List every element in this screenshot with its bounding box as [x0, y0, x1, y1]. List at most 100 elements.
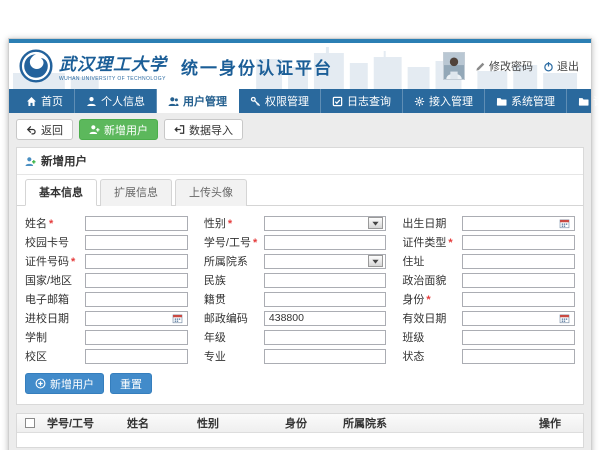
results-table-header: 学号/工号姓名性别身份所属院系操作	[17, 414, 583, 433]
email-input[interactable]	[85, 292, 188, 307]
nav-tab-user-management[interactable]: 用户管理	[157, 89, 239, 113]
university-name: 武汉理工大学	[59, 50, 167, 75]
id-type-input[interactable]	[462, 235, 575, 250]
field-name: 姓名*	[25, 215, 188, 231]
nav-tab-access-management[interactable]: 接入管理	[403, 89, 485, 113]
postal-code-input[interactable]: 438800	[264, 311, 386, 326]
nav-tab-subscription-management[interactable]: 订阅管理	[567, 89, 600, 113]
gender-input[interactable]	[264, 216, 386, 231]
department-input[interactable]	[264, 254, 386, 269]
logout-link[interactable]: 退出	[543, 58, 579, 74]
field-label: 国家/地区	[25, 272, 85, 288]
plus-circle-icon	[35, 378, 46, 389]
nav-tab-label: 接入管理	[429, 93, 473, 109]
required-asterisk: *	[49, 218, 53, 230]
field-label: 性别*	[204, 215, 264, 231]
panel-header: 新增用户	[17, 148, 583, 175]
field-address: 住址	[402, 253, 575, 269]
field-label: 证件号码*	[25, 253, 85, 269]
select-all-checkbox[interactable]	[25, 418, 35, 428]
caret-down-icon	[370, 218, 381, 229]
field-campus-card-no: 校园卡号	[25, 234, 188, 250]
nav-tab-label: 用户管理	[183, 93, 227, 109]
major-input[interactable]	[264, 349, 386, 364]
field-label: 状态	[402, 348, 462, 364]
student-id-input[interactable]	[264, 235, 386, 250]
tab-basic-info[interactable]: 基本信息	[25, 179, 97, 206]
address-input[interactable]	[462, 254, 575, 269]
university-name-en: WUHAN UNIVERSITY OF TECHNOLOGY	[59, 76, 167, 82]
status-input[interactable]	[462, 349, 575, 364]
back-arrow-icon	[26, 124, 37, 135]
field-label: 民族	[204, 272, 264, 288]
nav-tab-label: 权限管理	[265, 93, 309, 109]
tab-extension-info[interactable]: 扩展信息	[100, 179, 172, 206]
grade-input[interactable]	[264, 330, 386, 345]
nav-tab-system-management[interactable]: 系统管理	[485, 89, 567, 113]
panel-tabs: 基本信息扩展信息上传头像	[17, 175, 583, 206]
user-avatar[interactable]	[443, 52, 465, 80]
back-button[interactable]: 返回	[16, 119, 73, 140]
political-status-input[interactable]	[462, 273, 575, 288]
add-user-icon	[25, 156, 36, 167]
country-region-input[interactable]	[85, 273, 188, 288]
field-label: 身份*	[402, 291, 462, 307]
nav-tab-label: 日志查询	[347, 93, 391, 109]
field-student-id: 学号/工号*	[204, 234, 386, 250]
ethnicity-input[interactable]	[264, 273, 386, 288]
class-input[interactable]	[462, 330, 575, 345]
field-id-number: 证件号码*	[25, 253, 188, 269]
column-header: 所属院系	[339, 415, 535, 431]
field-valid-date: 有效日期	[402, 310, 575, 326]
dropdown-button[interactable]	[368, 255, 383, 267]
field-schooling-length: 学制	[25, 329, 188, 345]
field-grade: 年级	[204, 329, 386, 345]
field-label: 邮政编码	[204, 310, 264, 326]
university-name-block: 武汉理工大学 WUHAN UNIVERSITY OF TECHNOLOGY	[59, 50, 167, 82]
column-header: 操作	[535, 415, 583, 431]
valid-date-input[interactable]	[462, 311, 575, 326]
field-label: 政治面貌	[402, 272, 462, 288]
nav-tab-label: 订阅管理	[593, 93, 600, 109]
import-icon	[174, 124, 185, 135]
panel-title: 新增用户	[41, 153, 87, 169]
tab-avatar-upload[interactable]: 上传头像	[175, 179, 247, 206]
column-header: 身份	[281, 415, 339, 431]
gear-icon	[414, 96, 425, 107]
calendar-button[interactable]	[170, 312, 185, 324]
identity-input[interactable]	[462, 292, 575, 307]
main-nav: 首页个人信息用户管理权限管理日志查询接入管理系统管理订阅管理	[9, 89, 591, 113]
calendar-button[interactable]	[557, 312, 572, 324]
birth-date-input[interactable]	[462, 216, 575, 231]
results-table-body	[17, 433, 583, 447]
nav-tab-log-query[interactable]: 日志查询	[321, 89, 403, 113]
entry-date-input[interactable]	[85, 311, 188, 326]
campus-input[interactable]	[85, 349, 188, 364]
data-import-button[interactable]: 数据导入	[164, 119, 243, 140]
toolbar: 返回 新增用户 数据导入	[16, 119, 584, 140]
field-class: 班级	[402, 329, 575, 345]
native-place-input[interactable]	[264, 292, 386, 307]
nav-tab-home[interactable]: 首页	[15, 89, 75, 113]
calendar-button[interactable]	[557, 217, 572, 229]
dropdown-button[interactable]	[368, 217, 383, 229]
add-user-button-top[interactable]: 新增用户	[79, 119, 158, 140]
campus-card-no-input[interactable]	[85, 235, 188, 250]
page: 武汉理工大学 WUHAN UNIVERSITY OF TECHNOLOGY 统一…	[0, 0, 600, 450]
field-postal-code: 邮政编码438800	[204, 310, 386, 326]
column-header: 性别	[193, 415, 281, 431]
name-input[interactable]	[85, 216, 188, 231]
nav-tab-profile[interactable]: 个人信息	[75, 89, 157, 113]
platform-title: 统一身份认证平台	[181, 54, 333, 79]
field-label: 姓名*	[25, 215, 85, 231]
nav-tab-permission-management[interactable]: 权限管理	[239, 89, 321, 113]
schooling-length-input[interactable]	[85, 330, 188, 345]
data-import-label: 数据导入	[189, 122, 233, 138]
field-label: 籍贯	[204, 291, 264, 307]
change-password-link[interactable]: 修改密码	[475, 58, 533, 74]
reset-button[interactable]: 重置	[110, 373, 152, 394]
submit-add-user-button[interactable]: 新增用户	[25, 373, 104, 394]
required-asterisk: *	[448, 237, 452, 249]
id-number-input[interactable]	[85, 254, 188, 269]
input-value: 438800	[267, 312, 383, 324]
